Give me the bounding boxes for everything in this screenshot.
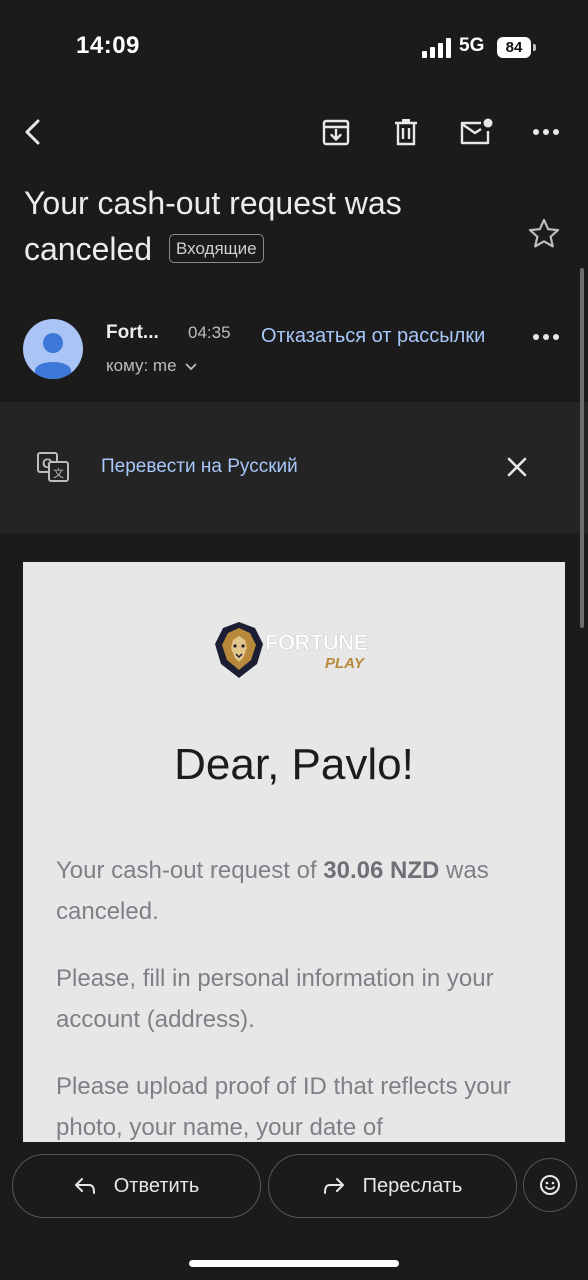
- sender-name[interactable]: Fort...: [106, 322, 159, 344]
- mark-unread-button[interactable]: [454, 110, 498, 154]
- to-prefix: кому:: [106, 356, 149, 375]
- forward-label: Переслать: [362, 1174, 463, 1197]
- delete-button[interactable]: [384, 110, 428, 154]
- home-indicator[interactable]: [189, 1260, 399, 1267]
- translate-icon: G 文: [37, 452, 69, 482]
- paragraph-upload-id: Please upload proof of ID that reflects …: [56, 1073, 511, 1141]
- recipient-line[interactable]: кому: me: [106, 356, 197, 376]
- battery-icon: 84: [497, 37, 536, 58]
- forward-icon: [323, 1178, 344, 1194]
- message-body: Your cash-out request of 30.06 NZD was c…: [56, 850, 536, 1142]
- action-bar: Ответить Переслать: [0, 1150, 588, 1222]
- inbox-label-chip[interactable]: Входящие: [168, 234, 264, 264]
- mark-unread-icon: [460, 118, 493, 145]
- archive-icon: [322, 119, 350, 146]
- unsubscribe-link[interactable]: Отказаться от рассылки: [261, 325, 485, 348]
- reply-button[interactable]: Ответить: [12, 1154, 261, 1218]
- translate-link[interactable]: Перевести на Русский: [101, 456, 298, 478]
- more-icon: [533, 129, 559, 135]
- forward-button[interactable]: Переслать: [268, 1154, 517, 1218]
- back-button[interactable]: [12, 110, 56, 154]
- fortune-play-logo: FORTUNE PLAY: [215, 622, 369, 678]
- sender-more-icon[interactable]: [526, 320, 566, 354]
- email-toolbar: [0, 100, 588, 164]
- to-value: me: [152, 356, 177, 375]
- paragraph-cancel: Your cash-out request of 30.06 NZD was c…: [56, 857, 489, 925]
- sender-row: Fort... 04:35 Отказаться от рассылки ком…: [0, 312, 588, 392]
- emoji-reaction-button[interactable]: [523, 1158, 577, 1212]
- amount: 30.06 NZD: [323, 857, 440, 884]
- status-time: 14:09: [76, 32, 140, 59]
- avatar[interactable]: [23, 319, 83, 379]
- received-time: 04:35: [188, 323, 231, 342]
- close-icon[interactable]: [500, 450, 534, 484]
- svg-text:PLAY: PLAY: [325, 655, 366, 672]
- more-options-button[interactable]: [524, 110, 568, 154]
- star-icon[interactable]: [524, 214, 564, 254]
- svg-text:FORTUNE: FORTUNE: [265, 630, 368, 655]
- emoji-icon: [540, 1175, 560, 1195]
- paragraph-personal-info: Please, fill in personal information in …: [56, 965, 494, 1033]
- reply-icon: [74, 1178, 95, 1194]
- back-arrow-icon: [25, 119, 40, 145]
- chevron-down-icon: [185, 363, 197, 370]
- email-body: FORTUNE PLAY Dear, Pavlo! Your cash-out …: [23, 562, 565, 1142]
- reply-label: Ответить: [113, 1174, 200, 1197]
- trash-icon: [395, 119, 417, 146]
- signal-icon: [422, 38, 451, 58]
- greeting: Dear, Pavlo!: [174, 740, 414, 789]
- translate-bar: G 文 Перевести на Русский: [0, 402, 588, 533]
- svg-text:文: 文: [53, 466, 64, 480]
- status-bar: 14:09 5G 84: [0, 0, 588, 92]
- scrollbar[interactable]: [580, 268, 584, 628]
- archive-button[interactable]: [314, 110, 358, 154]
- email-subject: Your cash-out request was canceled Входя…: [24, 180, 504, 272]
- network-type: 5G: [459, 35, 485, 56]
- person-icon: [35, 333, 71, 379]
